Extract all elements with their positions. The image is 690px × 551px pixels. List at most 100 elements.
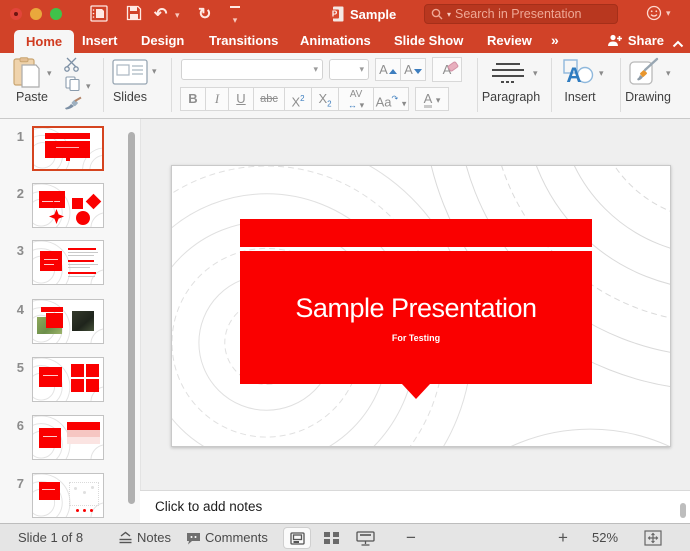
feedback-smiley-icon[interactable]: ▾ — [646, 5, 671, 21]
notes-toggle-icon[interactable] — [118, 531, 133, 549]
character-spacing-dropdown-icon[interactable]: ▾ — [360, 100, 365, 110]
slide-number: 1 — [16, 129, 24, 144]
drawing-dropdown-icon[interactable]: ▾ — [666, 68, 671, 79]
copy-icon[interactable] — [65, 76, 81, 96]
tab-design[interactable]: Design — [141, 28, 184, 53]
grow-font-button[interactable]: A — [375, 58, 401, 81]
superscript-exponent: 2 — [300, 94, 305, 103]
bold-button[interactable]: B — [180, 87, 206, 111]
document-title: P Sample — [330, 6, 396, 22]
share-button[interactable]: Share — [607, 28, 664, 53]
copy-dropdown-icon[interactable]: ▾ — [86, 81, 91, 92]
redo-icon[interactable]: ↻ — [198, 4, 211, 24]
slide-number: 4 — [16, 302, 24, 317]
font-size-dropdown-icon[interactable]: ▾ — [359, 64, 364, 75]
slide-thumbnail-7[interactable] — [32, 473, 104, 518]
slide-number: 5 — [16, 360, 24, 375]
tab-overflow-chevron[interactable]: » — [551, 28, 559, 53]
slide-sorter-view-button[interactable] — [318, 528, 344, 548]
tab-animations[interactable]: Animations — [300, 28, 371, 53]
shrink-font-label: A — [404, 62, 413, 77]
notes-pane[interactable]: Click to add notes — [140, 490, 690, 523]
notes-toggle-label[interactable]: Notes — [137, 524, 171, 551]
font-size-combobox[interactable]: ▾ — [329, 59, 369, 80]
ribbon-toolbar: ▾ Paste ▾ ▾ Slides ▾ ▾ A A A B I U abc X… — [0, 53, 690, 119]
smiley-dropdown-icon[interactable]: ▾ — [666, 8, 671, 18]
shrink-font-button[interactable]: A — [400, 58, 426, 81]
drawing-button[interactable] — [629, 57, 661, 91]
slide-title[interactable]: Sample Presentation — [295, 293, 537, 324]
change-case-dropdown-icon[interactable]: ▾ — [402, 98, 407, 108]
thumbnail-scrollbar[interactable] — [128, 132, 135, 504]
slide-editing-canvas[interactable]: Sample Presentation For Testing — [140, 119, 690, 490]
font-name-combobox[interactable]: ▾ — [181, 59, 323, 80]
collapse-ribbon-icon[interactable] — [672, 35, 684, 53]
character-spacing-button[interactable]: AV ↔ ▾ — [338, 87, 374, 111]
insert-dropdown-icon[interactable]: ▾ — [599, 68, 604, 79]
slide-thumbnail-4[interactable] — [32, 299, 104, 344]
slideshow-view-button[interactable] — [352, 528, 378, 548]
superscript-button[interactable]: X2 — [284, 87, 312, 111]
slides-button[interactable] — [112, 59, 148, 90]
ribbon-tab-bar: Home Insert Design Transitions Animation… — [0, 28, 690, 53]
slide-thumbnail-5[interactable] — [32, 357, 104, 402]
change-case-arrow-icon: ↷ — [391, 94, 399, 103]
minimize-window-button[interactable] — [30, 8, 42, 20]
italic-button[interactable]: I — [205, 87, 229, 111]
slide-subtitle[interactable]: For Testing — [392, 333, 440, 343]
customize-toolbar-icon[interactable]: ▾ — [230, 6, 240, 28]
paragraph-button[interactable] — [489, 61, 527, 90]
notes-scrollbar[interactable] — [680, 503, 686, 518]
new-slide-icon[interactable] — [90, 5, 108, 22]
font-color-button[interactable]: A ▾ — [415, 87, 449, 111]
comments-toggle-label[interactable]: Comments — [205, 524, 268, 551]
paste-button[interactable] — [12, 57, 42, 94]
paste-dropdown-icon[interactable]: ▾ — [47, 68, 52, 79]
insert-button[interactable]: A — [562, 58, 594, 91]
tab-transitions[interactable]: Transitions — [209, 28, 278, 53]
cut-icon[interactable] — [63, 57, 82, 77]
comments-toggle-icon[interactable] — [186, 532, 201, 550]
slides-dropdown-icon[interactable]: ▾ — [152, 66, 157, 77]
subscript-button[interactable]: X2 — [311, 87, 339, 111]
slide-thumbnail-2[interactable] — [32, 183, 104, 228]
font-color-label: A — [423, 91, 433, 108]
change-case-button[interactable]: Aa↷ ▾ — [373, 87, 409, 111]
zoom-out-button[interactable]: − — [406, 524, 416, 551]
grow-font-label: A — [379, 62, 388, 77]
close-window-button[interactable] — [10, 8, 22, 20]
fit-slide-to-window-button[interactable] — [644, 530, 662, 551]
tab-home[interactable]: Home — [14, 30, 75, 53]
font-color-dropdown-icon[interactable]: ▾ — [436, 95, 441, 105]
slide-top-banner[interactable] — [240, 219, 592, 247]
tab-insert[interactable]: Insert — [82, 28, 117, 53]
zoom-window-button[interactable] — [50, 8, 62, 20]
zoom-in-button[interactable]: + — [558, 524, 568, 551]
font-name-dropdown-icon[interactable]: ▾ — [313, 64, 318, 75]
strikethrough-button[interactable]: abc — [253, 87, 285, 111]
paragraph-dropdown-icon[interactable]: ▾ — [533, 68, 538, 79]
slide-thumbnail-3[interactable] — [32, 240, 104, 285]
slide-thumbnail-1[interactable] — [32, 126, 104, 171]
save-icon[interactable] — [126, 5, 142, 21]
undo-icon[interactable]: ↶ — [154, 4, 167, 24]
current-slide[interactable]: Sample Presentation For Testing — [171, 165, 671, 447]
font-format-row: B I U abc X2 X2 AV ↔ ▾ Aa↷ ▾ A ▾ — [180, 87, 449, 111]
slide-title-block[interactable]: Sample Presentation For Testing — [240, 251, 592, 384]
format-painter-icon[interactable] — [64, 96, 84, 115]
search-input[interactable] — [455, 7, 606, 21]
undo-dropdown-icon[interactable]: ▾ — [175, 11, 180, 20]
change-case-label: Aa — [375, 94, 392, 110]
search-scope-dropdown-icon[interactable]: ▾ — [447, 10, 451, 19]
notes-placeholder[interactable]: Click to add notes — [155, 499, 262, 514]
normal-view-button[interactable] — [284, 528, 310, 548]
add-person-icon — [607, 34, 622, 46]
slide-thumbnail-6[interactable] — [32, 415, 104, 460]
underline-button[interactable]: U — [228, 87, 254, 111]
tab-slide-show[interactable]: Slide Show — [394, 28, 463, 53]
tab-review[interactable]: Review — [487, 28, 532, 53]
window-titlebar: ↶ ▾ ↻ ▾ P Sample ▾ Search in Presentatio… — [0, 0, 690, 28]
zoom-level[interactable]: 52% — [592, 524, 618, 551]
search-box[interactable]: ▾ — [424, 4, 618, 24]
clear-formatting-button[interactable]: A — [432, 57, 462, 82]
